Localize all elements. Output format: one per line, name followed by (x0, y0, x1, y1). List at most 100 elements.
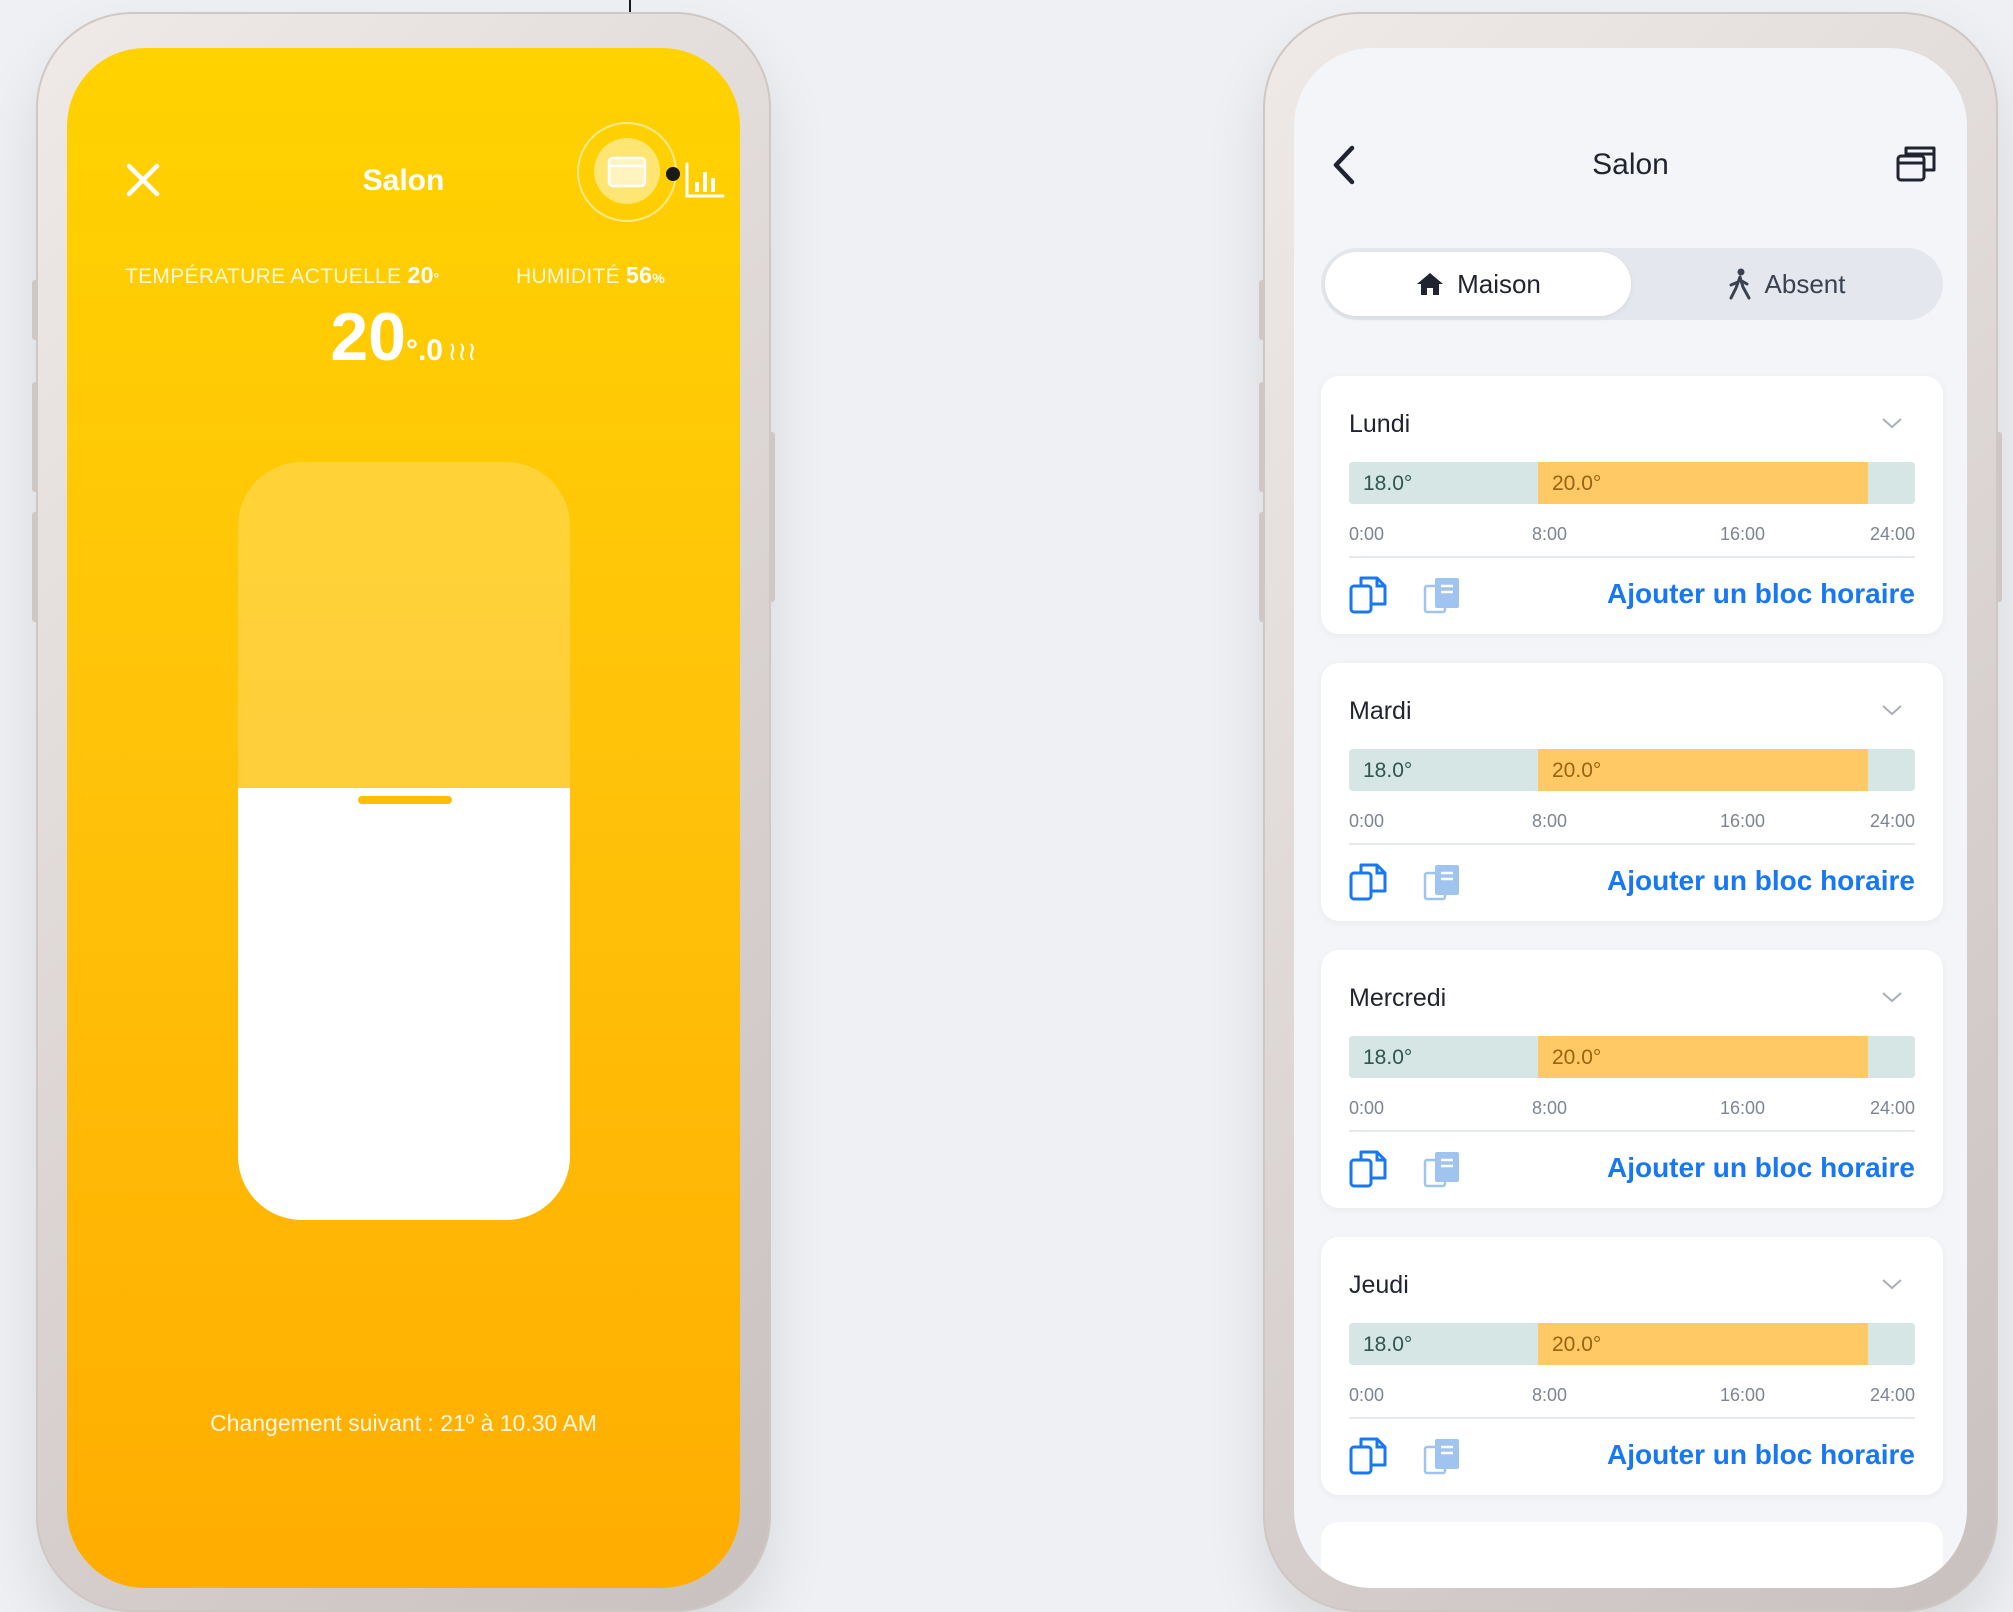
timeline-tick: 8:00 (1532, 811, 1568, 831)
timeline-ticks: 0:00 8:00 16:00 24:00 (1349, 811, 1915, 831)
timeline-tick: 16:00 (1720, 524, 1766, 544)
humidity-readout: HUMIDITÉ 56% (516, 262, 665, 289)
copy-icon[interactable] (1347, 861, 1389, 903)
phone-right-frame: Salon Maison Absent Lundi 18.0° 20.0° 0:… (1259, 12, 2002, 1612)
card-divider (1349, 556, 1915, 558)
schedule-block[interactable]: 18.0° (1349, 462, 1538, 504)
paste-icon[interactable] (1421, 574, 1463, 616)
day-name: Mardi (1349, 697, 1412, 725)
schedule-block-temp: 18.0° (1363, 1333, 1413, 1356)
day-name: Lundi (1349, 410, 1411, 438)
timeline-ticks: 0:00 8:00 16:00 24:00 (1349, 1385, 1915, 1405)
day-timeline: 18.0° 20.0° (1349, 1323, 1915, 1365)
day-card: Lundi 18.0° 20.0° 0:00 8:00 16:00 24:00 Ajouter… (1321, 376, 1943, 634)
chevron-down-icon[interactable] (1881, 990, 1903, 1004)
home-icon (1417, 273, 1444, 295)
chevron-down-icon[interactable] (1881, 1277, 1903, 1291)
timeline-ticks: 0:00 8:00 16:00 24:00 (1349, 1098, 1915, 1118)
schedule-block[interactable] (1868, 1036, 1915, 1078)
slider-handle[interactable] (358, 796, 452, 804)
current-temperature-suffix: ° (433, 270, 440, 286)
add-time-block-link[interactable]: Ajouter un bloc horaire (1607, 865, 1915, 897)
mode-tab-absent[interactable]: Absent (1633, 252, 1939, 316)
paste-icon[interactable] (1421, 1435, 1463, 1477)
humidity-value: 56 (626, 262, 653, 288)
schedule-screen: Salon Maison Absent Lundi 18.0° 20.0° 0:… (1294, 48, 1967, 1588)
card-divider (1349, 1130, 1915, 1132)
schedule-block[interactable]: 20.0° (1538, 1323, 1868, 1365)
setpoint-integer: 20 (330, 299, 406, 375)
phone-side-button (1259, 382, 1265, 492)
setpoint-display: 20°.0 ≀≀≀ (67, 298, 740, 376)
timeline-tick: 0:00 (1349, 811, 1385, 831)
paste-icon[interactable] (1421, 861, 1463, 903)
setpoint-decimal: °.0 (405, 334, 443, 367)
phone-side-button (1259, 512, 1265, 622)
timeline-ticks: 0:00 8:00 16:00 24:00 (1349, 524, 1915, 544)
schedule-block[interactable]: 18.0° (1349, 1323, 1538, 1365)
schedule-block[interactable]: 20.0° (1538, 462, 1868, 504)
add-time-block-link[interactable]: Ajouter un bloc horaire (1607, 578, 1915, 610)
chevron-down-icon[interactable] (1881, 703, 1903, 717)
phone-side-button (1259, 280, 1265, 340)
schedule-block-temp: 20.0° (1552, 472, 1602, 495)
mode-tab-label: Maison (1457, 268, 1541, 299)
phone-side-button (32, 512, 38, 622)
bar-chart-icon[interactable] (683, 158, 727, 202)
copy-schedule-icon[interactable] (1894, 140, 1940, 186)
phone-left-frame: Salon TEMPÉRATURE ACTUELLE 20° HUMIDITÉ … (32, 12, 775, 1612)
schedule-block[interactable]: 18.0° (1349, 1036, 1538, 1078)
thermostat-screen: Salon TEMPÉRATURE ACTUELLE 20° HUMIDITÉ … (67, 48, 740, 1588)
schedule-block-temp: 18.0° (1363, 759, 1413, 782)
day-card-partial (1321, 1522, 1943, 1588)
add-time-block-link[interactable]: Ajouter un bloc horaire (1607, 1439, 1915, 1471)
schedule-block[interactable] (1868, 1323, 1915, 1365)
mode-tab-label: Absent (1764, 268, 1846, 299)
annotation-pointer-dot (666, 167, 680, 181)
current-temperature-label: TEMPÉRATURE ACTUELLE (125, 265, 402, 288)
timeline-tick: 16:00 (1720, 811, 1766, 831)
schedule-block[interactable]: 20.0° (1538, 749, 1868, 791)
timeline-tick: 0:00 (1349, 524, 1385, 544)
humidity-unit: % (652, 270, 665, 286)
page-title: Salon (1592, 148, 1669, 181)
timeline-tick: 16:00 (1720, 1098, 1766, 1118)
phone-side-button (1996, 432, 2002, 602)
schedule-block-temp: 20.0° (1552, 1333, 1602, 1356)
slider-fill (238, 788, 570, 1220)
day-card: Mardi 18.0° 20.0° 0:00 8:00 16:00 24:00 Ajouter… (1321, 663, 1943, 921)
copy-icon[interactable] (1347, 1148, 1389, 1190)
paste-icon[interactable] (1421, 1148, 1463, 1190)
phone-side-button (32, 382, 38, 492)
day-timeline: 18.0° 20.0° (1349, 462, 1915, 504)
schedule-block[interactable] (1868, 462, 1915, 504)
chevron-down-icon[interactable] (1881, 416, 1903, 430)
schedule-button[interactable] (594, 138, 660, 204)
copy-icon[interactable] (1347, 1435, 1389, 1477)
next-change-text: Changement suivant : 21º à 10.30 AM (210, 1410, 597, 1436)
schedule-block[interactable] (1868, 749, 1915, 791)
heating-icon: ≀≀≀ (447, 336, 477, 366)
timeline-tick: 24:00 (1869, 1385, 1915, 1405)
schedule-block-temp: 20.0° (1552, 1046, 1602, 1069)
timeline-tick: 0:00 (1349, 1098, 1385, 1118)
day-timeline: 18.0° 20.0° (1349, 1036, 1915, 1078)
timeline-tick: 24:00 (1869, 1098, 1915, 1118)
phone-side-button (32, 280, 38, 340)
timeline-tick: 8:00 (1532, 524, 1568, 544)
schedule-block-temp: 20.0° (1552, 759, 1602, 782)
current-temperature-readout: TEMPÉRATURE ACTUELLE 20° (125, 262, 440, 289)
timeline-tick: 0:00 (1349, 1385, 1385, 1405)
timeline-tick: 8:00 (1532, 1385, 1568, 1405)
add-time-block-link[interactable]: Ajouter un bloc horaire (1607, 1152, 1915, 1184)
mode-segmented-control: Maison Absent (1321, 248, 1943, 320)
day-timeline: 18.0° 20.0° (1349, 749, 1915, 791)
calendar-icon (607, 156, 647, 188)
temperature-slider[interactable] (238, 462, 570, 1220)
mode-tab-maison[interactable]: Maison (1325, 252, 1631, 316)
day-card: Mercredi 18.0° 20.0° 0:00 8:00 16:00 24:00 Ajou… (1321, 950, 1943, 1208)
copy-icon[interactable] (1347, 574, 1389, 616)
schedule-block[interactable]: 18.0° (1349, 749, 1538, 791)
current-temperature-value: 20 (407, 262, 434, 288)
schedule-block[interactable]: 20.0° (1538, 1036, 1868, 1078)
